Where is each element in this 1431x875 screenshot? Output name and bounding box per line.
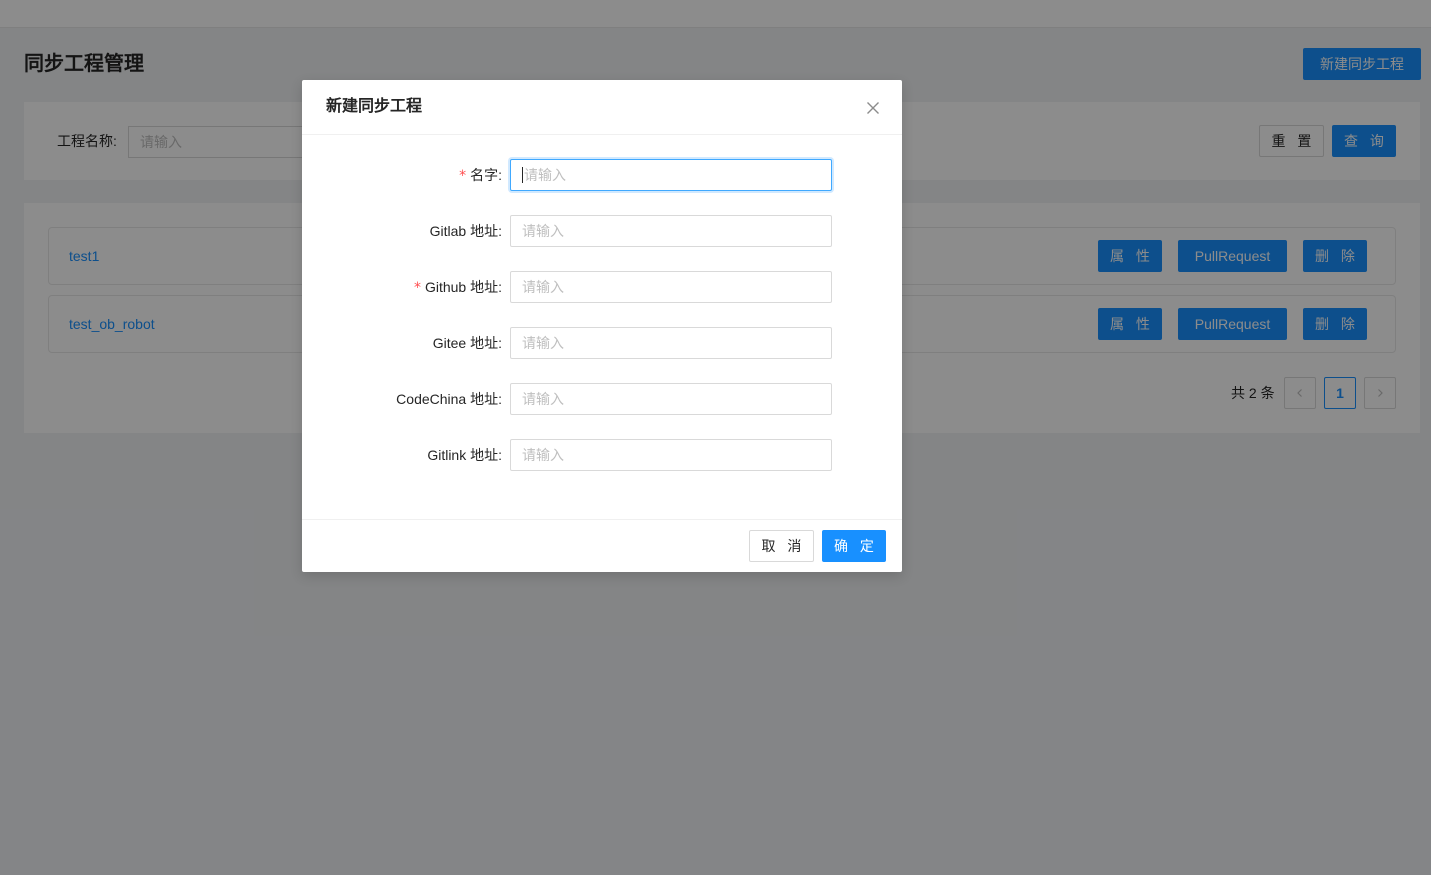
form-row-gitee: Gitee 地址: 请输入 [302, 327, 902, 359]
modal-title: 新建同步工程 [326, 98, 423, 115]
modal-footer: 取 消 确 定 [302, 519, 902, 572]
modal-close-button[interactable] [861, 96, 885, 120]
gitlink-label: Gitlink 地址: [427, 447, 502, 463]
name-label: * 名字: [459, 164, 502, 187]
cancel-button[interactable]: 取 消 [749, 530, 814, 562]
github-placeholder: 请输入 [522, 279, 564, 295]
form-row-github: * Github 地址: 请输入 [302, 271, 902, 303]
name-input[interactable]: 请输入 [510, 159, 832, 191]
github-url-input[interactable]: 请输入 [510, 271, 832, 303]
gitee-placeholder: 请输入 [522, 335, 564, 351]
modal-header: 新建同步工程 [302, 80, 902, 135]
form-row-gitlab: Gitlab 地址: 请输入 [302, 215, 902, 247]
required-mark: * [459, 168, 467, 184]
gitlab-label: Gitlab 地址: [429, 223, 502, 239]
close-icon [867, 102, 879, 114]
form-row-codechina: CodeChina 地址: 请输入 [302, 383, 902, 415]
gitlab-placeholder: 请输入 [522, 223, 564, 239]
codechina-url-input[interactable]: 请输入 [510, 383, 832, 415]
github-label: * Github 地址: [414, 276, 502, 299]
gitlink-placeholder: 请输入 [522, 447, 564, 463]
gitee-url-input[interactable]: 请输入 [510, 327, 832, 359]
form-row-name: * 名字: 请输入 [302, 159, 902, 191]
codechina-placeholder: 请输入 [522, 391, 564, 407]
codechina-label: CodeChina 地址: [396, 391, 502, 407]
gitlab-url-input[interactable]: 请输入 [510, 215, 832, 247]
required-mark: * [413, 280, 421, 296]
new-sync-project-dialog: 新建同步工程 * 名字: 请输入 Gitlab 地址: 请输入 * Github 地… [302, 80, 902, 572]
ok-button[interactable]: 确 定 [822, 530, 886, 562]
github-label-text: Github 地址: [424, 279, 502, 295]
gitlink-url-input[interactable]: 请输入 [510, 439, 832, 471]
form-row-gitlink: Gitlink 地址: 请输入 [302, 439, 902, 471]
name-placeholder: 请输入 [524, 167, 566, 183]
text-caret [522, 167, 523, 183]
name-label-text: 名字: [470, 167, 502, 183]
gitee-label: Gitee 地址: [432, 335, 502, 351]
